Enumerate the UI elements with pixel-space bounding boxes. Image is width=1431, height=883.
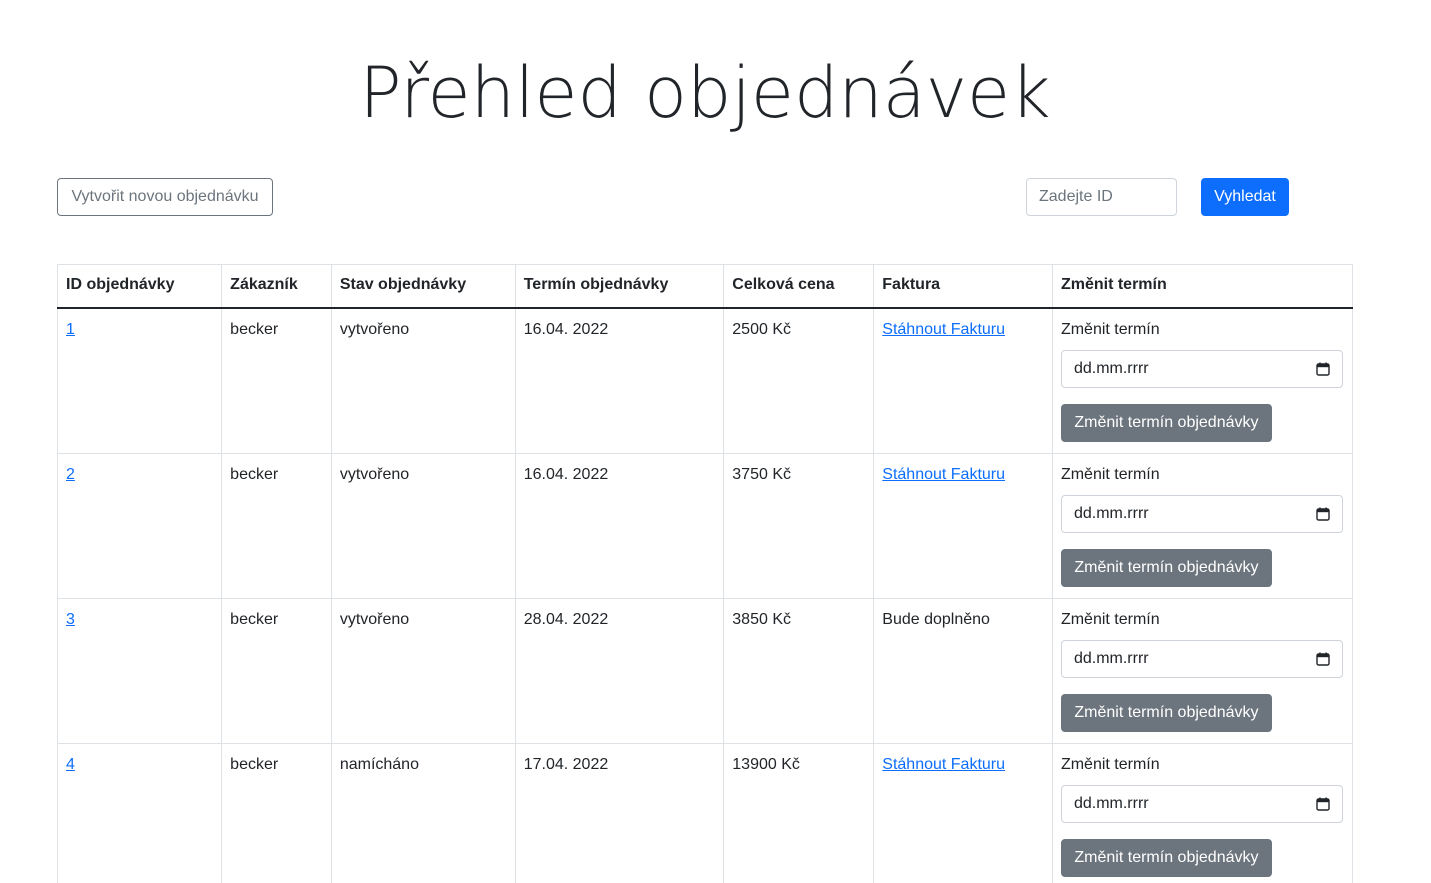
change-date-button[interactable]: Změnit termín objednávky bbox=[1060, 549, 1272, 587]
cell-invoice: Stáhnout Fakturu bbox=[873, 307, 1053, 454]
header-order-state: Stav objednávky bbox=[330, 264, 516, 309]
change-date-button[interactable]: Změnit termín objednávky bbox=[1060, 839, 1272, 877]
cell-change-date: Změnit termín dd.mm.rrrr Změnit termín obj… bbox=[1051, 453, 1354, 599]
header-change-date: Změnit termín bbox=[1051, 264, 1354, 309]
cell-order-id: 2 bbox=[56, 453, 223, 599]
change-date-button[interactable]: Změnit termín objednávky bbox=[1060, 404, 1272, 442]
date-input[interactable]: dd.mm.rrrr bbox=[1060, 495, 1343, 533]
cell-invoice: Bude doplněno bbox=[873, 598, 1053, 744]
date-input[interactable]: dd.mm.rrrr bbox=[1060, 785, 1343, 823]
order-id-link[interactable]: 1 bbox=[66, 321, 75, 338]
cell-order-id: 1 bbox=[56, 307, 223, 454]
cell-total-price: 3850 Kč bbox=[723, 598, 875, 744]
table-body: 1 becker vytvořeno 16.04. 2022 2500 Kč Stáhno… bbox=[56, 307, 1354, 883]
cell-order-state: vytvořeno bbox=[330, 598, 516, 744]
cell-order-state: namícháno bbox=[330, 743, 516, 883]
date-input-placeholder: dd.mm.rrrr bbox=[1073, 795, 1149, 812]
download-invoice-link[interactable]: Stáhnout Fakturu bbox=[882, 466, 1005, 483]
header-row: ID objednávky Zákazník Stav objednávky T… bbox=[56, 264, 1354, 309]
date-input-placeholder: dd.mm.rrrr bbox=[1073, 360, 1149, 377]
change-date-label: Změnit termín bbox=[1060, 756, 1160, 773]
date-input-placeholder: dd.mm.rrrr bbox=[1073, 650, 1149, 667]
cell-customer: becker bbox=[221, 598, 332, 744]
table-header: ID objednávky Zákazník Stav objednávky T… bbox=[56, 264, 1354, 309]
cell-total-price: 3750 Kč bbox=[723, 453, 875, 599]
cell-total-price: 13900 Kč bbox=[723, 743, 875, 883]
cell-order-state: vytvořeno bbox=[330, 453, 516, 599]
header-order-date: Termín objednávky bbox=[514, 264, 725, 309]
cell-order-date: 16.04. 2022 bbox=[514, 307, 725, 454]
change-date-label: Změnit termín bbox=[1060, 321, 1160, 338]
invoice-pending-text: Bude doplněno bbox=[882, 611, 990, 628]
date-input[interactable]: dd.mm.rrrr bbox=[1060, 350, 1343, 388]
cell-change-date: Změnit termín dd.mm.rrrr Změnit termín obj… bbox=[1051, 307, 1354, 454]
table-row: 1 becker vytvořeno 16.04. 2022 2500 Kč Stáhno… bbox=[56, 307, 1354, 454]
cell-order-date: 17.04. 2022 bbox=[514, 743, 725, 883]
orders-table: ID objednávky Zákazník Stav objednávky T… bbox=[56, 264, 1354, 883]
cell-order-state: vytvořeno bbox=[330, 307, 516, 454]
cell-total-price: 2500 Kč bbox=[723, 307, 875, 454]
page-title: Přehled objednávek bbox=[359, 52, 1051, 134]
change-date-label: Změnit termín bbox=[1060, 611, 1160, 628]
change-date-button[interactable]: Změnit termín objednávky bbox=[1060, 694, 1272, 732]
header-customer: Zákazník bbox=[221, 264, 332, 309]
date-input[interactable]: dd.mm.rrrr bbox=[1060, 640, 1343, 678]
header-invoice: Faktura bbox=[873, 264, 1053, 309]
order-id-link[interactable]: 2 bbox=[66, 466, 75, 483]
calendar-icon[interactable] bbox=[1316, 507, 1330, 521]
cell-invoice: Stáhnout Fakturu bbox=[873, 743, 1053, 883]
date-input-placeholder: dd.mm.rrrr bbox=[1073, 505, 1149, 522]
cell-change-date: Změnit termín dd.mm.rrrr Změnit termín obj… bbox=[1051, 743, 1354, 883]
order-id-link[interactable]: 4 bbox=[66, 756, 75, 773]
calendar-icon[interactable] bbox=[1316, 652, 1330, 666]
cell-order-date: 16.04. 2022 bbox=[514, 453, 725, 599]
table-row: 3 becker vytvořeno 28.04. 2022 3850 Kč Bude d… bbox=[56, 598, 1354, 744]
header-total-price: Celková cena bbox=[723, 264, 875, 309]
download-invoice-link[interactable]: Stáhnout Fakturu bbox=[882, 321, 1005, 338]
create-order-button[interactable]: Vytvořit novou objednávku bbox=[57, 178, 273, 216]
cell-change-date: Změnit termín dd.mm.rrrr Změnit termín obj… bbox=[1051, 598, 1354, 744]
cell-order-id: 3 bbox=[56, 598, 223, 744]
page: Přehled objednávek Vytvořit novou objedn… bbox=[0, 0, 1431, 883]
cell-customer: becker bbox=[221, 453, 332, 599]
order-id-link[interactable]: 3 bbox=[66, 611, 75, 628]
header-order-id: ID objednávky bbox=[56, 264, 223, 309]
cell-order-date: 28.04. 2022 bbox=[514, 598, 725, 744]
change-date-label: Změnit termín bbox=[1060, 466, 1160, 483]
search-button[interactable]: Vyhledat bbox=[1201, 178, 1289, 216]
calendar-icon[interactable] bbox=[1316, 362, 1330, 376]
table-row: 4 becker namícháno 17.04. 2022 13900 Kč Stáhn… bbox=[56, 743, 1354, 883]
cell-customer: becker bbox=[221, 307, 332, 454]
search-id-input[interactable] bbox=[1026, 178, 1177, 216]
download-invoice-link[interactable]: Stáhnout Fakturu bbox=[882, 756, 1005, 773]
calendar-icon[interactable] bbox=[1316, 797, 1330, 811]
cell-customer: becker bbox=[221, 743, 332, 883]
table-row: 2 becker vytvořeno 16.04. 2022 3750 Kč Stáhno… bbox=[56, 453, 1354, 599]
cell-order-id: 4 bbox=[56, 743, 223, 883]
cell-invoice: Stáhnout Fakturu bbox=[873, 453, 1053, 599]
